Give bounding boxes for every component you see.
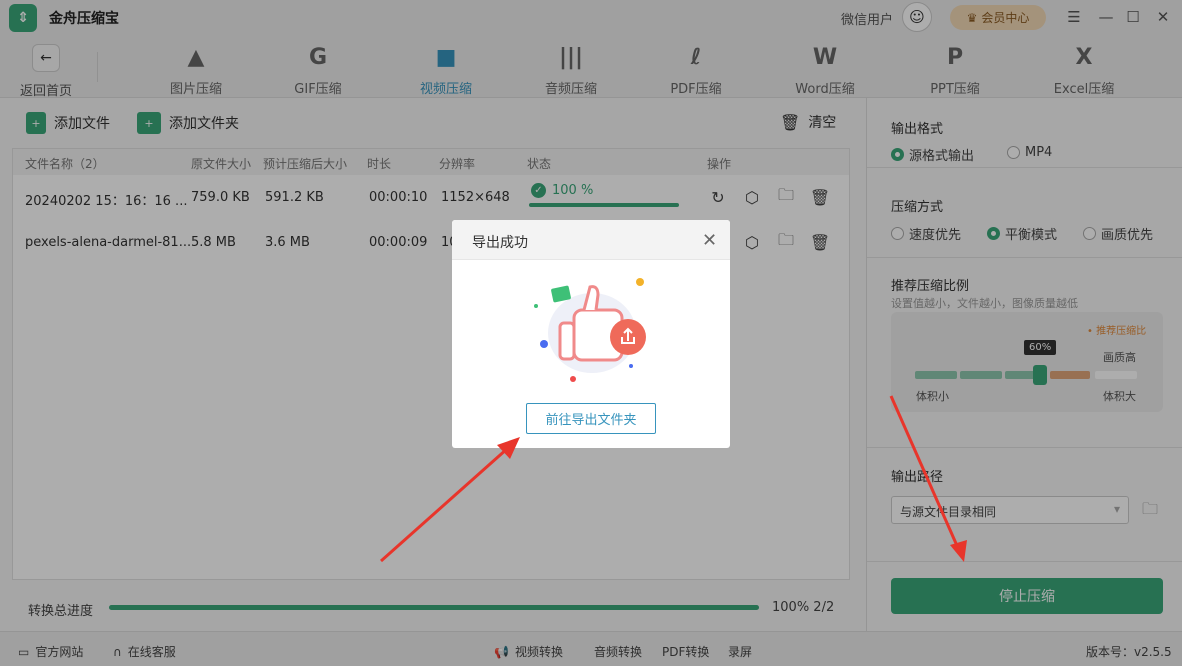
arrow-line-left bbox=[380, 446, 509, 563]
annotation-arrows bbox=[380, 395, 967, 563]
arrow-head-right bbox=[950, 540, 967, 562]
arrow-line-right bbox=[889, 395, 960, 549]
